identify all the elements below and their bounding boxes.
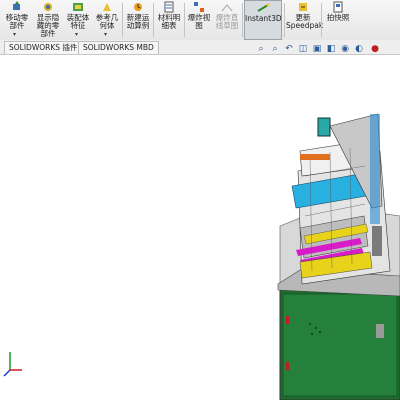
ribbon-separator (321, 3, 322, 37)
move-component-label: 移动零 部件 (5, 13, 29, 30)
show-hidden-icon (44, 3, 52, 11)
move-component-button[interactable]: 移动零 部件 (2, 0, 32, 40)
exploded-view-button[interactable]: 爆炸视 图 (186, 0, 212, 40)
bom-icon (164, 1, 174, 13)
graphics-area[interactable] (0, 56, 400, 400)
explode-line-sketch-icon (221, 4, 233, 12)
move-component-icon (13, 1, 20, 10)
tab-solidworks-mbd[interactable]: SOLIDWORKS MBD (78, 41, 159, 54)
exploded-view-label: 爆炸视 图 (187, 13, 211, 30)
ribbon-separator (284, 3, 285, 37)
display-style-icon[interactable]: ◧ (325, 43, 337, 55)
ribbon-separator (153, 3, 154, 37)
update-speedpak-button[interactable]: 更新 Speedpak (286, 0, 324, 40)
new-motion-study-label: 新建运 动算例 (126, 13, 150, 30)
take-snapshot-button[interactable]: 拍快照 (323, 0, 353, 40)
exploded-view-icon (194, 2, 204, 12)
bill-of-materials-button[interactable]: 材料明 细表 (155, 0, 183, 40)
command-manager-ribbon: 移动零 部件 ▾ 显示隐 藏的零 部件 装配体 特征 ▾ 参考几 何体 ▾ 新建… (0, 0, 400, 41)
reference-geometry-icon (103, 3, 111, 11)
motion-study-icon (134, 3, 142, 11)
reference-geometry-label: 参考几 何体 (95, 13, 119, 30)
chevron-down-icon[interactable]: ▾ (104, 31, 107, 38)
view-orientation-icon[interactable]: ▣ (311, 43, 323, 55)
bom-label: 材料明 细表 (157, 13, 181, 30)
zoom-to-fit-icon[interactable]: ⌕ (255, 43, 267, 55)
scene-icon[interactable]: ● (369, 43, 381, 55)
speedpak-icon (299, 3, 307, 11)
chevron-down-icon[interactable]: ▾ (13, 31, 16, 38)
take-snapshot-label: 拍快照 (326, 13, 350, 22)
show-hidden-components-button[interactable]: 显示隐 藏的零 部件 (33, 0, 63, 40)
hide-show-icon[interactable]: ◉ (339, 43, 351, 55)
ribbon-separator (242, 3, 243, 37)
update-speedpak-label: 更新 Speedpak (286, 13, 324, 30)
assembly-features-label: 装配体 特征 (66, 13, 90, 30)
explode-line-sketch-label: 爆炸直 线草图 (215, 13, 239, 30)
section-view-icon[interactable]: ◫ (297, 43, 309, 55)
assembly-feature-icon (73, 3, 83, 11)
tab-solidworks-addins[interactable]: SOLIDWORKS 插件 (4, 41, 83, 54)
show-hidden-label: 显示隐 藏的零 部件 (36, 13, 60, 38)
coordinate-triad (3, 352, 22, 377)
assembly-model (277, 113, 400, 400)
ribbon-separator (184, 3, 185, 37)
edit-appearance-icon[interactable]: ◐ (353, 43, 365, 55)
previous-view-icon[interactable]: ↶ (283, 43, 295, 55)
zoom-area-icon[interactable]: ⌕ (269, 43, 281, 55)
instant3d-label: Instant3D (245, 14, 282, 23)
instant3d-icon (257, 3, 269, 12)
chevron-down-icon[interactable]: ▾ (75, 31, 78, 38)
new-motion-study-button[interactable]: 新建运 动算例 (124, 0, 152, 40)
instant3d-button[interactable]: Instant3D (244, 0, 282, 40)
explode-line-sketch-button[interactable]: 爆炸直 线草图 (213, 0, 241, 40)
ribbon-separator (122, 3, 123, 37)
snapshot-icon (333, 1, 343, 13)
